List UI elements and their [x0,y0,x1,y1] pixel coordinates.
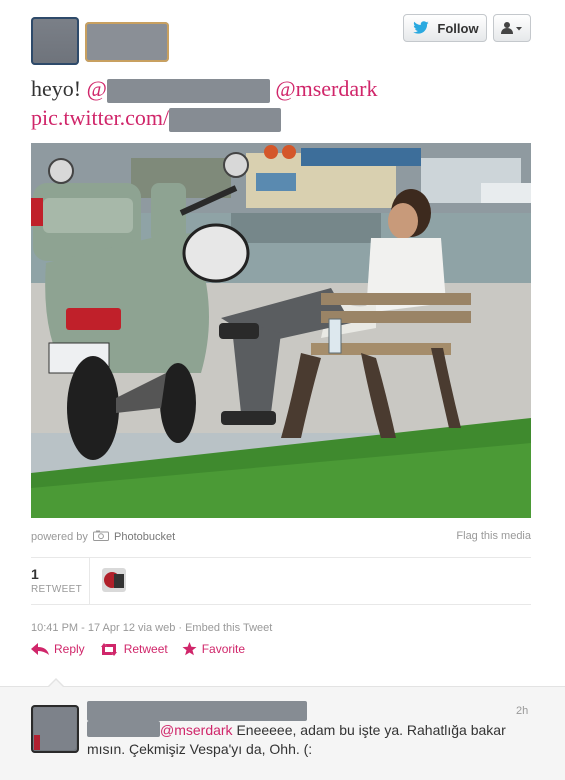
stats-divider [89,558,90,604]
mention-redacted[interactable] [106,78,270,103]
favorite-button[interactable]: Favorite [182,642,245,656]
divider [31,557,531,558]
author-avatar[interactable] [31,17,79,65]
reply-text: @mserdark Eneeeee, adam bu işte ya. Raha… [87,721,537,759]
reply-avatar-image [34,708,76,750]
reply-time[interactable]: 2h [516,705,528,717]
camera-icon [92,530,109,541]
reply-mention-redacted[interactable] [87,721,160,737]
retweeter-avatar[interactable] [102,568,126,592]
retweet-button[interactable]: Retweet [99,642,168,656]
photobucket-link[interactable]: Photobucket [114,531,175,543]
mention-mserdark[interactable]: @mserdark [275,76,377,101]
author-name-redacted[interactable] [85,22,169,62]
retweet-icon [100,642,117,656]
tweet-actions: Reply Retweet Favorite [31,642,245,656]
photo-scene [31,143,531,518]
star-icon [182,642,197,656]
tweet-timestamp[interactable]: 10:41 PM - 17 Apr 12 via web · Embed thi… [31,622,272,634]
reply-icon [31,643,49,655]
retweeter-avatar-image [102,568,126,592]
tweet-greeting: heyo! [31,76,82,101]
reply-author-name-redacted[interactable] [87,701,307,721]
user-dropdown-icon [501,22,522,34]
user-actions-dropdown[interactable] [493,14,531,42]
retweet-count[interactable]: 1 [31,566,39,582]
reply-author-avatar[interactable] [31,705,79,753]
tweet-text: heyo! @ @mserdark pic.twitter.com/ [31,74,531,132]
pic-link-redacted[interactable] [169,107,282,132]
reply-label: Reply [54,642,85,656]
pic-link[interactable]: pic.twitter.com/ [31,105,169,130]
flag-media-link[interactable]: Flag this media [456,530,531,542]
follow-button[interactable]: Follow [403,14,487,42]
reply-caret-fill [49,680,63,687]
retweet-action-label: Retweet [123,642,168,656]
divider [31,604,531,605]
reply-mention[interactable]: @mserdark [160,722,233,738]
follow-label: Follow [437,20,479,36]
reply-button[interactable]: Reply [31,642,85,656]
twitter-bird-icon [413,21,430,34]
tweet-photo[interactable] [31,143,531,518]
mention-at-symbol[interactable]: @ [87,76,107,101]
powered-by-label: powered by [31,531,88,543]
media-meta: powered by Photobucket Flag this media [31,530,531,543]
favorite-label: Favorite [201,642,246,656]
retweet-label[interactable]: RETWEET [31,584,82,595]
